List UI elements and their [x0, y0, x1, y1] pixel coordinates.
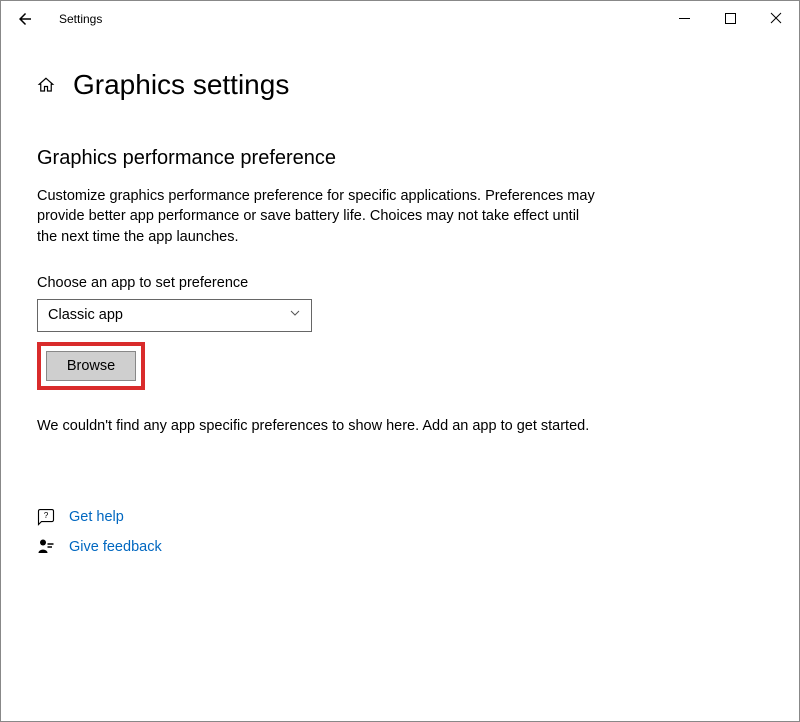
- maximize-button[interactable]: [707, 1, 753, 35]
- back-arrow-icon: [16, 10, 34, 28]
- give-feedback-link[interactable]: Give feedback: [69, 539, 162, 555]
- page-header: Graphics settings: [37, 69, 763, 101]
- page-title: Graphics settings: [73, 69, 289, 101]
- window-title: Settings: [59, 12, 102, 26]
- feedback-icon: [37, 538, 55, 556]
- browse-button[interactable]: Browse: [46, 351, 136, 381]
- section-title: Graphics performance preference: [37, 147, 763, 170]
- chevron-down-icon: [289, 307, 301, 323]
- get-help-link[interactable]: Get help: [69, 509, 124, 525]
- minimize-button[interactable]: [661, 1, 707, 35]
- page-content: Graphics settings Graphics performance p…: [1, 37, 799, 556]
- dropdown-label: Choose an app to set preference: [37, 275, 763, 291]
- browse-button-label: Browse: [67, 358, 115, 374]
- dropdown-value: Classic app: [48, 307, 123, 323]
- section-description: Customize graphics performance preferenc…: [37, 186, 597, 247]
- window-controls: [661, 1, 799, 35]
- give-feedback-row: Give feedback: [37, 538, 763, 556]
- app-type-dropdown[interactable]: Classic app: [37, 299, 312, 332]
- home-icon[interactable]: [37, 75, 55, 95]
- svg-text:?: ?: [44, 511, 49, 520]
- empty-state-message: We couldn't find any app specific prefer…: [37, 416, 597, 436]
- maximize-icon: [725, 13, 736, 24]
- help-icon: ?: [37, 508, 55, 526]
- close-button[interactable]: [753, 1, 799, 35]
- minimize-icon: [679, 13, 690, 24]
- back-button[interactable]: [9, 3, 41, 35]
- get-help-row: ? Get help: [37, 508, 763, 526]
- close-icon: [770, 12, 782, 24]
- help-links: ? Get help Give feedback: [37, 508, 763, 556]
- highlight-annotation: Browse: [37, 342, 145, 390]
